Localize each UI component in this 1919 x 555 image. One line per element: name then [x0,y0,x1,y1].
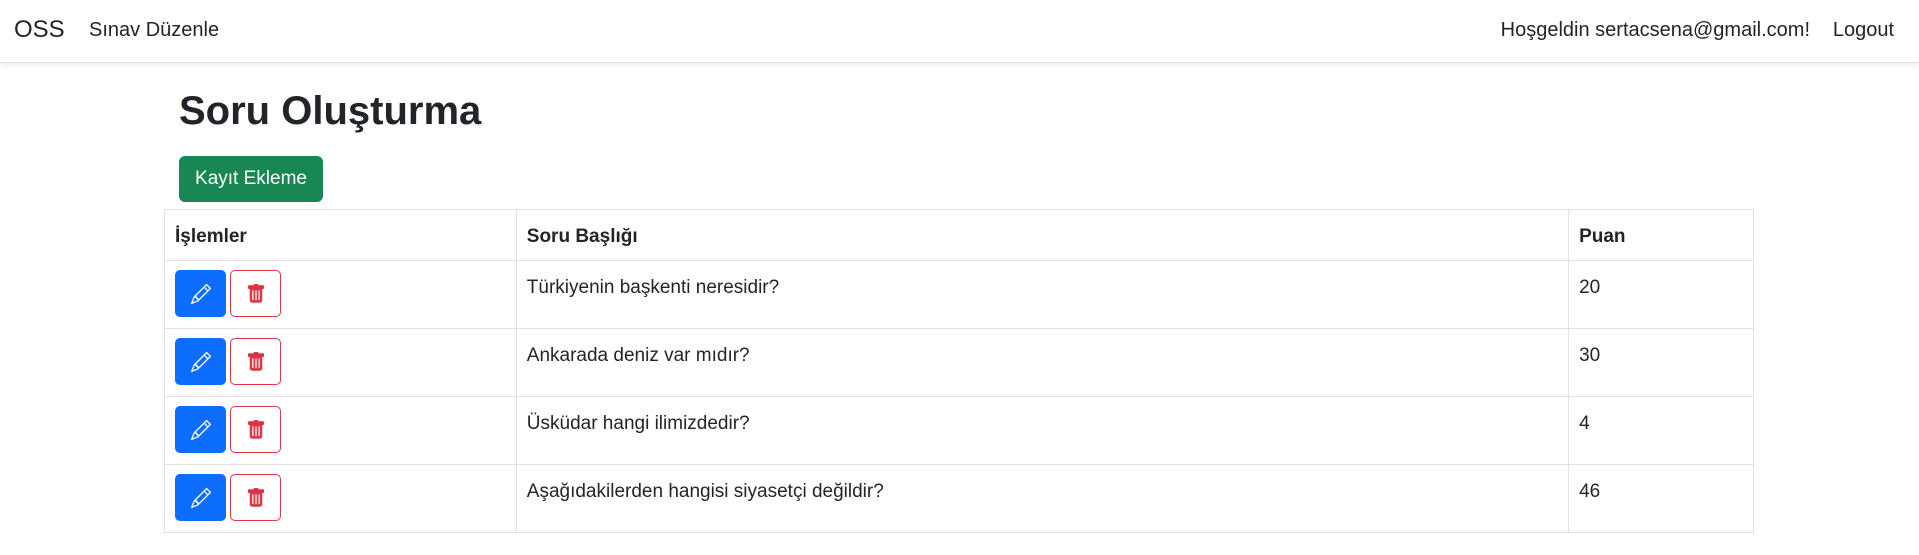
navbar: OSS Sınav Düzenle Hoşgeldin sertacsena@g… [0,0,1919,63]
question-score-cell: 30 [1568,328,1754,397]
row-actions [164,396,517,465]
question-score-cell: 4 [1568,396,1754,465]
question-title-cell: Ankarada deniz var mıdır? [515,328,1570,397]
edit-button[interactable] [175,338,226,385]
trash-icon [247,419,264,439]
welcome-user-link[interactable]: Hoşgeldin sertacsena@gmail.com! [1501,17,1810,43]
delete-button[interactable] [230,270,281,317]
question-title-cell: Üsküdar hangi ilimizdedir? [515,396,1570,465]
brand-link[interactable]: OSS [14,15,65,45]
pencil-icon [190,487,211,508]
table-header-row: İşlemler Soru Başlığı Puan [164,209,1754,261]
question-score-cell: 20 [1568,260,1754,329]
questions-table: İşlemler Soru Başlığı Puan Türkiyenin ba… [164,209,1754,533]
logout-link[interactable]: Logout [1833,17,1894,43]
trash-icon [247,351,264,371]
column-header-score: Puan [1568,209,1754,261]
trash-icon [247,283,264,303]
pencil-icon [190,283,211,304]
table-row: Aşağıdakilerden hangisi siyasetçi değild… [164,464,1754,533]
trash-icon [247,487,264,507]
table-row: Ankarada deniz var mıdır? 30 [164,328,1754,397]
pencil-icon [190,351,211,372]
add-record-button[interactable]: Kayıt Ekleme [179,156,323,202]
row-actions [164,464,517,533]
pencil-icon [190,419,211,440]
question-title-cell: Türkiyenin başkenti neresidir? [515,260,1570,329]
table-row: Üsküdar hangi ilimizdedir? 4 [164,396,1754,465]
column-header-actions: İşlemler [164,209,517,261]
nav-link-sinav-duzenle[interactable]: Sınav Düzenle [89,17,219,43]
question-score-cell: 46 [1568,464,1754,533]
row-actions [164,328,517,397]
edit-button[interactable] [175,406,226,453]
edit-button[interactable] [175,474,226,521]
row-actions [164,260,517,329]
table-row: Türkiyenin başkenti neresidir? 20 [164,260,1754,329]
page-title: Soru Oluşturma [179,89,482,133]
edit-button[interactable] [175,270,226,317]
delete-button[interactable] [230,474,281,521]
delete-button[interactable] [230,338,281,385]
delete-button[interactable] [230,406,281,453]
question-title-cell: Aşağıdakilerden hangisi siyasetçi değild… [515,464,1570,533]
column-header-title: Soru Başlığı [515,209,1570,261]
